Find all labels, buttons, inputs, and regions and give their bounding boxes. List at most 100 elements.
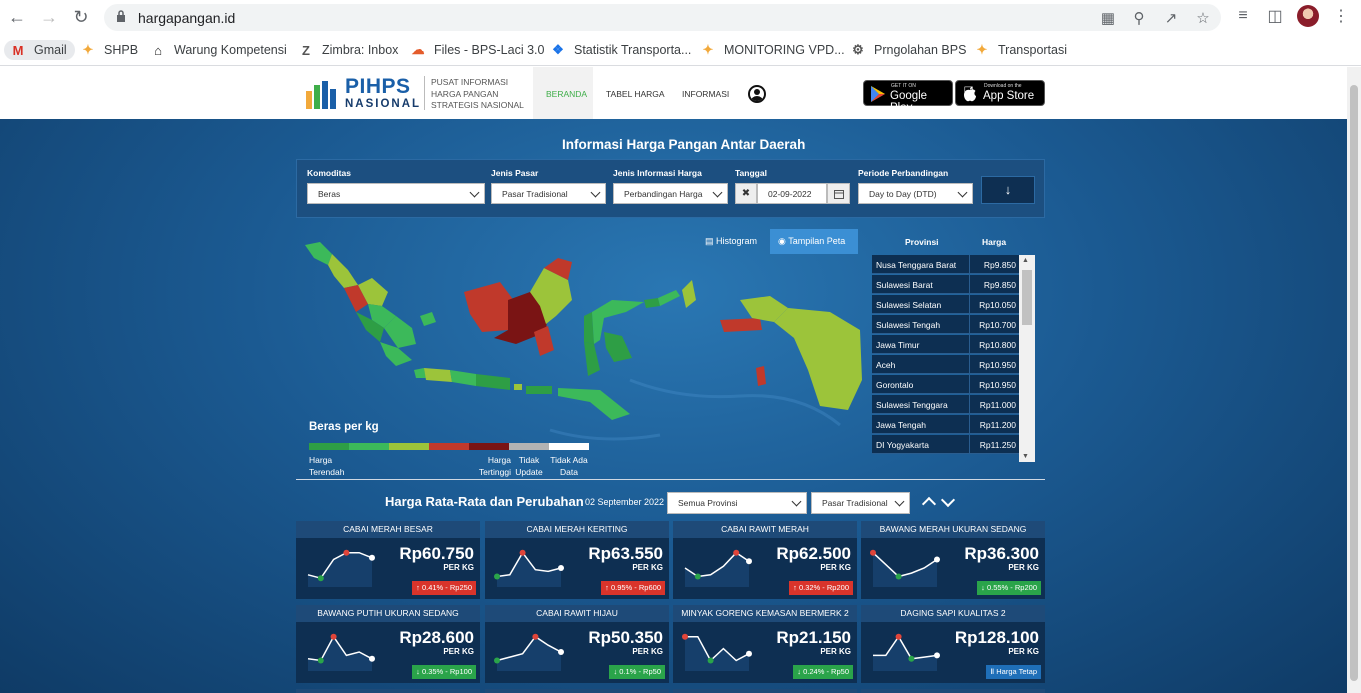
map-region-sultra[interactable] <box>604 332 632 362</box>
scroll-thumb[interactable] <box>1022 270 1032 325</box>
map-region-maluku[interactable] <box>720 318 762 332</box>
zoom-icon[interactable]: ⚲ <box>1130 9 1148 27</box>
map-region-ntb[interactable] <box>526 386 552 394</box>
price-card[interactable]: DAGING SAPI KUALITAS 2 Rp128.100 PER KG Ⅱ H… <box>861 605 1045 683</box>
komoditas-select[interactable]: Beras <box>307 183 485 204</box>
map-region-kalbar[interactable] <box>464 282 512 332</box>
price-card[interactable]: CABAI MERAH KERITING Rp63.550 PER KG ↑ 0.95… <box>485 521 669 599</box>
map-region-maluku-islands[interactable] <box>756 366 766 386</box>
bookmark-shpb[interactable]: ✦ SHPB <box>80 40 139 60</box>
user-icon[interactable] <box>748 85 766 103</box>
bookmark-zimbra[interactable]: Z Zimbra: Inbox <box>298 40 398 60</box>
province-row[interactable]: Sulawesi Selatan Rp10.050 <box>872 295 1020 314</box>
map-region-gorontalo[interactable] <box>644 298 660 308</box>
province-row[interactable]: Gorontalo Rp10.950 <box>872 375 1020 394</box>
side-panel-icon[interactable]: ◫ <box>1264 5 1286 27</box>
periode-select[interactable]: Day to Day (DTD) <box>858 183 973 204</box>
map-region-papua[interactable] <box>774 308 862 410</box>
scroll-up-icon[interactable]: ▲ <box>1022 257 1029 264</box>
map-region-aceh[interactable] <box>305 242 332 265</box>
bookmark-warung[interactable]: ⌂ Warung Kompetensi <box>150 40 287 60</box>
map-region-banten[interactable] <box>414 368 426 378</box>
reload-icon[interactable]: ↻ <box>70 6 92 28</box>
province-row[interactable]: Nusa Tenggara Barat Rp9.850 <box>872 255 1020 274</box>
bookmark-files[interactable]: ☁ Files - BPS-Laci 3.0 <box>410 40 545 60</box>
page-scrollbar[interactable] <box>1347 67 1361 693</box>
bookmark-pengolahan[interactable]: ⚙ Prngolahan BPS <box>850 40 966 60</box>
google-play-button[interactable]: GET IT ON Google Play <box>863 80 953 114</box>
komoditas-label: Komoditas <box>307 168 351 178</box>
province-row[interactable]: Sulawesi Barat Rp9.850 <box>872 275 1020 294</box>
price-card[interactable]: CABAI RAWIT HIJAU Rp50.350 PER KG ↓ 0.1% - … <box>485 605 669 683</box>
province-row[interactable]: Sulawesi Tengah Rp10.700 <box>872 315 1020 334</box>
province-name: Sulawesi Barat <box>876 280 933 290</box>
province-row[interactable]: Jawa Timur Rp10.800 <box>872 335 1020 354</box>
bookmark-gmail[interactable]: M Gmail <box>4 40 75 60</box>
price-card[interactable]: MINYAK GORENG KEMASAN BERMERK 2 Rp21.150 P… <box>673 605 857 683</box>
map-region-jatim[interactable] <box>476 374 510 390</box>
logo-title[interactable]: PIHPS <box>345 75 411 99</box>
map-region-babel[interactable] <box>420 312 436 326</box>
card-title: DAGING SAPI KUALITAS 2 <box>861 605 1045 622</box>
map-region-bali[interactable] <box>514 384 522 390</box>
province-price: Rp11.000 <box>969 395 1020 414</box>
province-row[interactable]: Sulawesi Tenggara Rp11.000 <box>872 395 1020 414</box>
bookmark-statistik[interactable]: ❖ Statistik Transporta... <box>550 40 691 60</box>
sparkline-max-point <box>330 633 337 640</box>
tab-histogram[interactable]: ▤ Histogram <box>697 229 765 254</box>
bookmark-monitoring[interactable]: ✦ MONITORING VPD... <box>700 40 845 60</box>
province-row[interactable]: Jawa Tengah Rp11.200 <box>872 415 1020 434</box>
price-card[interactable]: BAWANG MERAH UKURAN SEDANG Rp36.300 PER KG… <box>861 521 1045 599</box>
province-scrollbar[interactable]: ▲ ▼ <box>1019 255 1035 462</box>
scroll-thumb[interactable] <box>1350 85 1358 681</box>
address-bar[interactable]: hargapangan.id ▦ ⚲ ↗ ☆ <box>104 4 1221 31</box>
card-title: CABAI RAWIT HIJAU <box>485 605 669 622</box>
nav-informasi[interactable]: INFORMASI <box>682 89 729 99</box>
forward-icon[interactable]: → <box>38 6 60 28</box>
map-region-jabar[interactable] <box>424 368 452 382</box>
scroll-down-icon[interactable]: ▼ <box>1022 453 1029 460</box>
info-title: Informasi Harga Pangan Antar Daerah <box>562 137 806 152</box>
reading-list-icon[interactable]: ≡ <box>1232 5 1254 27</box>
date-input[interactable]: 02-09-2022 <box>757 183 827 204</box>
bookmark-star-icon[interactable]: ☆ <box>1194 9 1212 27</box>
province-row[interactable]: DI Yogyakarta Rp11.250 <box>872 435 1020 454</box>
share-icon[interactable]: ↗ <box>1162 9 1180 27</box>
app-store-button[interactable]:  Download on the App Store <box>955 80 1045 106</box>
sparkline-min-point <box>707 657 714 664</box>
price-card[interactable]: BAWANG PUTIH UKURAN SEDANG Rp28.600 PER KG… <box>296 605 480 683</box>
province-select[interactable]: Semua Provinsi <box>667 492 807 514</box>
province-row[interactable]: Aceh Rp10.950 <box>872 355 1020 374</box>
price-card[interactable]: CABAI RAWIT MERAH Rp62.500 PER KG ↑ 0.32% -… <box>673 521 857 599</box>
profile-avatar[interactable] <box>1297 5 1319 27</box>
bookmark-label: MONITORING VPD... <box>724 43 845 57</box>
nav-beranda[interactable]: BERANDA <box>533 67 593 124</box>
col-provinsi: Provinsi <box>905 237 939 247</box>
chevron-down-icon <box>469 187 480 198</box>
jenis-pasar-select[interactable]: Pasar Tradisional <box>491 183 606 204</box>
prices-date: 02 September 2022 <box>585 497 665 507</box>
sparkline-max-point <box>682 633 688 640</box>
nav-tabel-harga[interactable]: TABEL HARGA <box>606 89 665 99</box>
map-region-sumut[interactable] <box>328 254 358 288</box>
translate-icon[interactable]: ▦ <box>1099 9 1117 27</box>
price-card[interactable]: CABAI MERAH BESAR Rp60.750 PER KG ↑ 0.41% -… <box>296 521 480 599</box>
jenis-info-select[interactable]: Perbandingan Harga <box>613 183 728 204</box>
indonesia-map[interactable] <box>300 220 870 460</box>
bookmark-transportasi[interactable]: ✦ Transportasi <box>974 40 1067 60</box>
clear-date-icon[interactable]: ✖ <box>735 183 757 204</box>
change-badge: ↓ 0.1% - Rp50 <box>609 665 665 679</box>
map-region-jateng[interactable] <box>450 370 476 386</box>
menu-dots-icon[interactable]: ⋮ <box>1330 5 1352 27</box>
map-region-ntt[interactable] <box>558 388 630 420</box>
tab-tampilan-peta[interactable]: ◉ Tampilan Peta <box>770 229 858 254</box>
market-select[interactable]: Pasar Tradisional <box>811 492 910 514</box>
legend-swatch-7 <box>549 443 589 450</box>
map-region-sulut[interactable] <box>658 290 680 306</box>
calendar-icon[interactable] <box>827 183 850 204</box>
submit-arrow-button[interactable]: ↓ <box>981 176 1035 204</box>
map-region-sulsel[interactable] <box>584 342 600 376</box>
bookmark-label: SHPB <box>104 43 139 57</box>
map-region-malut[interactable] <box>682 280 696 308</box>
back-icon[interactable]: ← <box>6 6 28 28</box>
